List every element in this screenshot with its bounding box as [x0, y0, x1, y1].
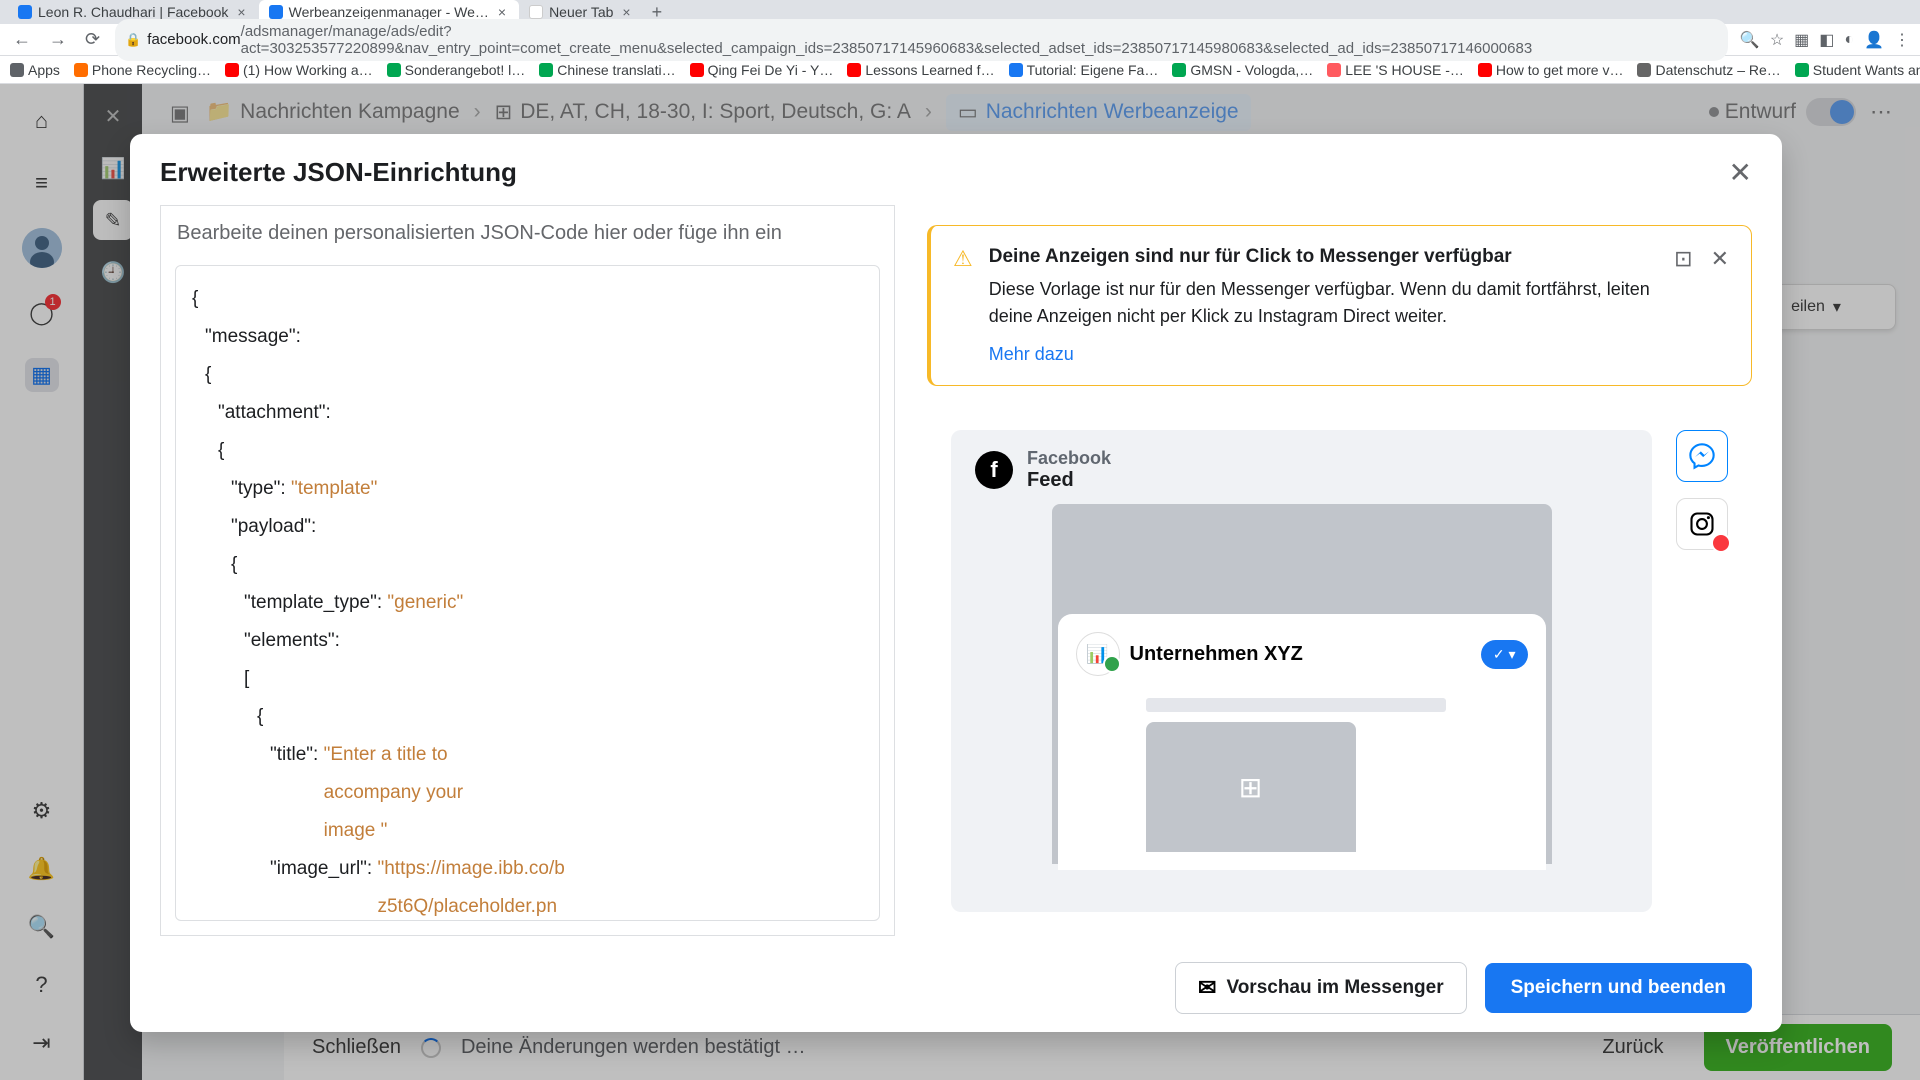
close-icon[interactable]: ✕	[1729, 156, 1752, 189]
json-editor-label: Bearbeite deinen personalisierten JSON-C…	[161, 205, 894, 257]
extension-icon[interactable]: ◧	[1819, 30, 1834, 50]
channel-selector	[1676, 430, 1728, 912]
warning-box: ⚠ Deine Anzeigen sind nur für Click to M…	[927, 225, 1752, 386]
toolbar-right: 🔍 ☆ ▦ ◧ ◐ 👤 ⋮	[1740, 30, 1910, 50]
bookmark-item[interactable]: Lessons Learned f…	[847, 62, 994, 78]
menu-icon[interactable]: ⋮	[1894, 30, 1910, 50]
bookmark-item[interactable]: Student Wants an…	[1795, 62, 1920, 78]
bookmark-item[interactable]: Chinese translati…	[539, 62, 675, 78]
preview-brand: Facebook	[1027, 448, 1111, 469]
modal-header: Erweiterte JSON-Einrichtung ✕	[130, 134, 1782, 205]
json-editor[interactable]: {"message":{"attachment":{"type": "templ…	[175, 265, 880, 921]
browser-chrome: Leon R. Chaudhari | Facebook× Werbeanzei…	[0, 0, 1920, 84]
facebook-icon	[18, 5, 32, 19]
bookmark-item[interactable]: Datenschutz – Re…	[1637, 62, 1780, 78]
forward-icon[interactable]: →	[46, 29, 70, 50]
bookmark-item[interactable]: Tutorial: Eigene Fa…	[1009, 62, 1159, 78]
messenger-card: 📊 Unternehmen XYZ ✓ ▾ ⊞	[1058, 614, 1546, 870]
feedback-icon[interactable]: ⊡	[1674, 246, 1692, 272]
messenger-icon[interactable]	[1676, 430, 1728, 482]
warning-text: Diese Vorlage ist nur für den Messenger …	[989, 276, 1658, 330]
company-avatar: 📊	[1076, 632, 1120, 676]
url-input[interactable]: 🔒 facebook.com/adsmanager/manage/ads/edi…	[115, 19, 1728, 61]
lock-icon: 🔒	[125, 32, 141, 48]
warning-title: Deine Anzeigen sind nur für Click to Mes…	[989, 246, 1658, 268]
messenger-icon: ✉	[1198, 975, 1216, 1001]
bookmark-item[interactable]: LEE 'S HOUSE -…	[1327, 62, 1464, 78]
bookmark-item[interactable]: (1) How Working a…	[225, 62, 373, 78]
bookmark-item[interactable]: Qing Fei De Yi - Y…	[690, 62, 834, 78]
extension-icon[interactable]: ▦	[1794, 30, 1809, 50]
save-button[interactable]: Speichern und beenden	[1485, 963, 1752, 1013]
preview-pane: ⚠ Deine Anzeigen sind nur für Click to M…	[927, 205, 1752, 936]
feed-card: f Facebook Feed 📊 Unternehmen XYZ ✓ ▾	[951, 430, 1652, 912]
learn-more-link[interactable]: Mehr dazu	[989, 344, 1074, 365]
back-icon[interactable]: ←	[10, 29, 34, 50]
url-domain: facebook.com	[147, 31, 240, 48]
company-name: Unternehmen XYZ	[1130, 643, 1471, 666]
modal-title: Erweiterte JSON-Einrichtung	[160, 157, 517, 188]
extension-icon[interactable]: ◐	[1844, 31, 1854, 49]
google-icon	[529, 5, 543, 19]
placeholder-bar	[1146, 698, 1446, 712]
phone-preview: 📊 Unternehmen XYZ ✓ ▾ ⊞	[1052, 504, 1552, 864]
close-icon[interactable]: ×	[619, 4, 633, 20]
json-editor-pane: Bearbeite deinen personalisierten JSON-C…	[160, 205, 895, 936]
facebook-icon	[269, 5, 283, 19]
json-setup-modal: Erweiterte JSON-Einrichtung ✕ Bearbeite …	[130, 134, 1782, 1032]
apps-button[interactable]: Apps	[10, 62, 60, 78]
instagram-icon[interactable]	[1676, 498, 1728, 550]
image-placeholder: ⊞	[1146, 722, 1356, 852]
facebook-logo-icon: f	[975, 451, 1013, 489]
zoom-icon[interactable]: 🔍	[1740, 30, 1760, 50]
star-icon[interactable]: ☆	[1770, 30, 1784, 50]
profile-avatar-icon[interactable]: 👤	[1864, 30, 1884, 50]
bookmark-item[interactable]: Phone Recycling…	[74, 62, 211, 78]
bookmark-item[interactable]: Sonderangebot! l…	[387, 62, 526, 78]
close-icon[interactable]: ×	[234, 4, 248, 20]
feed-preview: f Facebook Feed 📊 Unternehmen XYZ ✓ ▾	[927, 406, 1752, 936]
modal-footer: ✉ Vorschau im Messenger Speichern und be…	[130, 944, 1782, 1032]
reload-icon[interactable]: ⟳	[82, 29, 103, 50]
verified-pill: ✓ ▾	[1481, 640, 1528, 669]
url-path: /adsmanager/manage/ads/edit?act=30325357…	[241, 23, 1718, 57]
close-icon[interactable]: ✕	[1711, 246, 1729, 272]
address-bar: ← → ⟳ 🔒 facebook.com/adsmanager/manage/a…	[0, 24, 1920, 56]
preview-button[interactable]: ✉ Vorschau im Messenger	[1175, 962, 1467, 1014]
close-icon[interactable]: ×	[495, 4, 509, 20]
preview-surface: Feed	[1027, 469, 1111, 492]
bookmark-item[interactable]: How to get more v…	[1478, 62, 1624, 78]
bookmark-item[interactable]: GMSN - Vologda,…	[1172, 62, 1313, 78]
warning-icon: ⚠	[953, 246, 973, 365]
